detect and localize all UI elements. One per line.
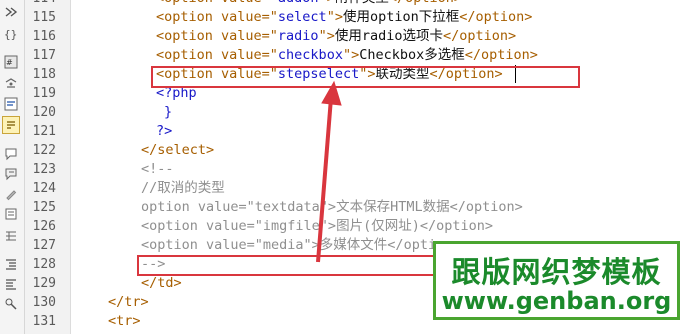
line-number: 120 <box>32 105 56 120</box>
code-line: } <box>164 103 172 122</box>
code-line: </td> <box>141 274 182 293</box>
highlight-box-stepselect <box>151 66 580 88</box>
code-line: //取消的类型 <box>141 179 225 198</box>
pencil-icon[interactable] <box>3 186 19 202</box>
line-number: 128 <box>32 257 56 272</box>
collapse-icon[interactable] <box>3 4 19 20</box>
code-token: <option value="media">多媒体文件</option> <box>141 237 461 253</box>
code-line: </select> <box>141 141 214 160</box>
code-line: option value="textdata">文本保存HTML数据</opti… <box>141 198 523 217</box>
comment-edit-icon[interactable] <box>3 166 19 182</box>
code-token: "> <box>318 28 335 44</box>
line-number: 124 <box>32 181 56 196</box>
code-token: ?> <box>156 123 173 139</box>
code-token: <option value=" <box>156 9 278 25</box>
line-number-gutter: 114 115 116 117 118 119 120 121 122 123 124 125 126 1… <box>25 0 71 334</box>
line-number: 122 <box>32 143 56 158</box>
watermark-title: 跟版网织梦模板 <box>451 255 662 289</box>
watermark-url: www.genban.org <box>441 287 672 315</box>
code-token: "> <box>319 0 335 6</box>
balance-icon[interactable] <box>3 76 19 92</box>
code-token: <option value=" <box>156 47 278 63</box>
code-token: </option> <box>389 0 462 6</box>
code-token: 附件类型 <box>335 0 389 6</box>
line-number: 130 <box>32 295 56 310</box>
line-number: 125 <box>32 200 56 215</box>
code-line: <option value="checkbox">Checkbox多选框</op… <box>156 46 538 65</box>
line-number: 129 <box>32 276 56 291</box>
code-token: select <box>277 9 327 25</box>
indent-icon[interactable] <box>3 206 19 222</box>
line-number: 117 <box>32 48 56 63</box>
code-line: <option value="radio">使用radio选项卡</option… <box>156 27 516 46</box>
code-line: <option value="media">多媒体文件</option> <box>141 236 460 255</box>
code-token: <tr> <box>108 313 141 329</box>
comment-icon[interactable] <box>3 146 19 162</box>
code-token: addon <box>278 0 319 6</box>
line-number: 121 <box>32 124 56 139</box>
table-icon[interactable] <box>3 228 19 244</box>
code-token: </td> <box>141 275 182 291</box>
format-icon[interactable] <box>3 296 19 312</box>
code-token: 使用radio选项卡 <box>334 28 443 44</box>
braces-icon[interactable]: {} <box>3 26 19 42</box>
active-wrap-icon[interactable] <box>2 116 20 134</box>
code-line: <option value="select">使用option下拉框</opti… <box>156 8 532 27</box>
line-number: 131 <box>32 314 56 329</box>
code-token: 使用option下拉框 <box>342 9 460 25</box>
code-token: option value="textdata">文本保存HTML数据</opti… <box>141 199 523 215</box>
list-outdent-icon[interactable] <box>3 276 19 292</box>
line-number: 119 <box>32 86 56 101</box>
code-token: radio <box>277 28 319 44</box>
line-number: 115 <box>32 10 56 25</box>
code-line: <!-- <box>141 160 174 179</box>
code-token: } <box>164 104 173 120</box>
line-number: 118 <box>32 67 56 82</box>
code-line: <option value="imgfile">图片(仅网址)</option> <box>141 217 493 236</box>
svg-text:{}: {} <box>4 28 17 41</box>
code-line: <tr> <box>108 312 141 331</box>
line-number: 123 <box>32 162 56 177</box>
code-token: <option value=" <box>156 0 278 6</box>
code-token: "> <box>326 9 343 25</box>
code-token: <option value=" <box>156 28 278 44</box>
code-token: checkbox <box>277 47 343 63</box>
line-number: 114 <box>33 0 56 8</box>
code-token: </tr> <box>108 294 149 310</box>
highlight-box-comment-end <box>137 255 464 276</box>
svg-text:#: # <box>6 58 13 67</box>
code-token: "> <box>342 47 360 63</box>
list-indent-icon[interactable] <box>3 256 19 272</box>
code-token: </select> <box>141 142 215 158</box>
code-token: //取消的类型 <box>141 180 225 196</box>
watermark: 跟版网织梦模板 www.genban.org <box>433 241 680 320</box>
editor-side-toolbar: {} # <box>0 0 25 334</box>
line-number: 127 <box>32 238 56 253</box>
code-line: ?> <box>156 122 172 141</box>
highlight-icon[interactable]: # <box>3 54 19 70</box>
code-line: <option value="addon">附件类型</option> <box>156 0 462 8</box>
wrap-icon[interactable] <box>3 96 19 112</box>
line-number: 116 <box>32 29 56 44</box>
code-token: <option value="imgfile">图片(仅网址)</option> <box>141 218 493 234</box>
line-number: 126 <box>32 219 56 234</box>
code-token: </option> <box>464 47 538 63</box>
code-token: Checkbox多选框 <box>359 47 465 63</box>
code-token: </option> <box>459 9 533 25</box>
code-token: <!-- <box>141 161 174 177</box>
code-line: </tr> <box>108 293 149 312</box>
code-token: </option> <box>442 28 517 44</box>
